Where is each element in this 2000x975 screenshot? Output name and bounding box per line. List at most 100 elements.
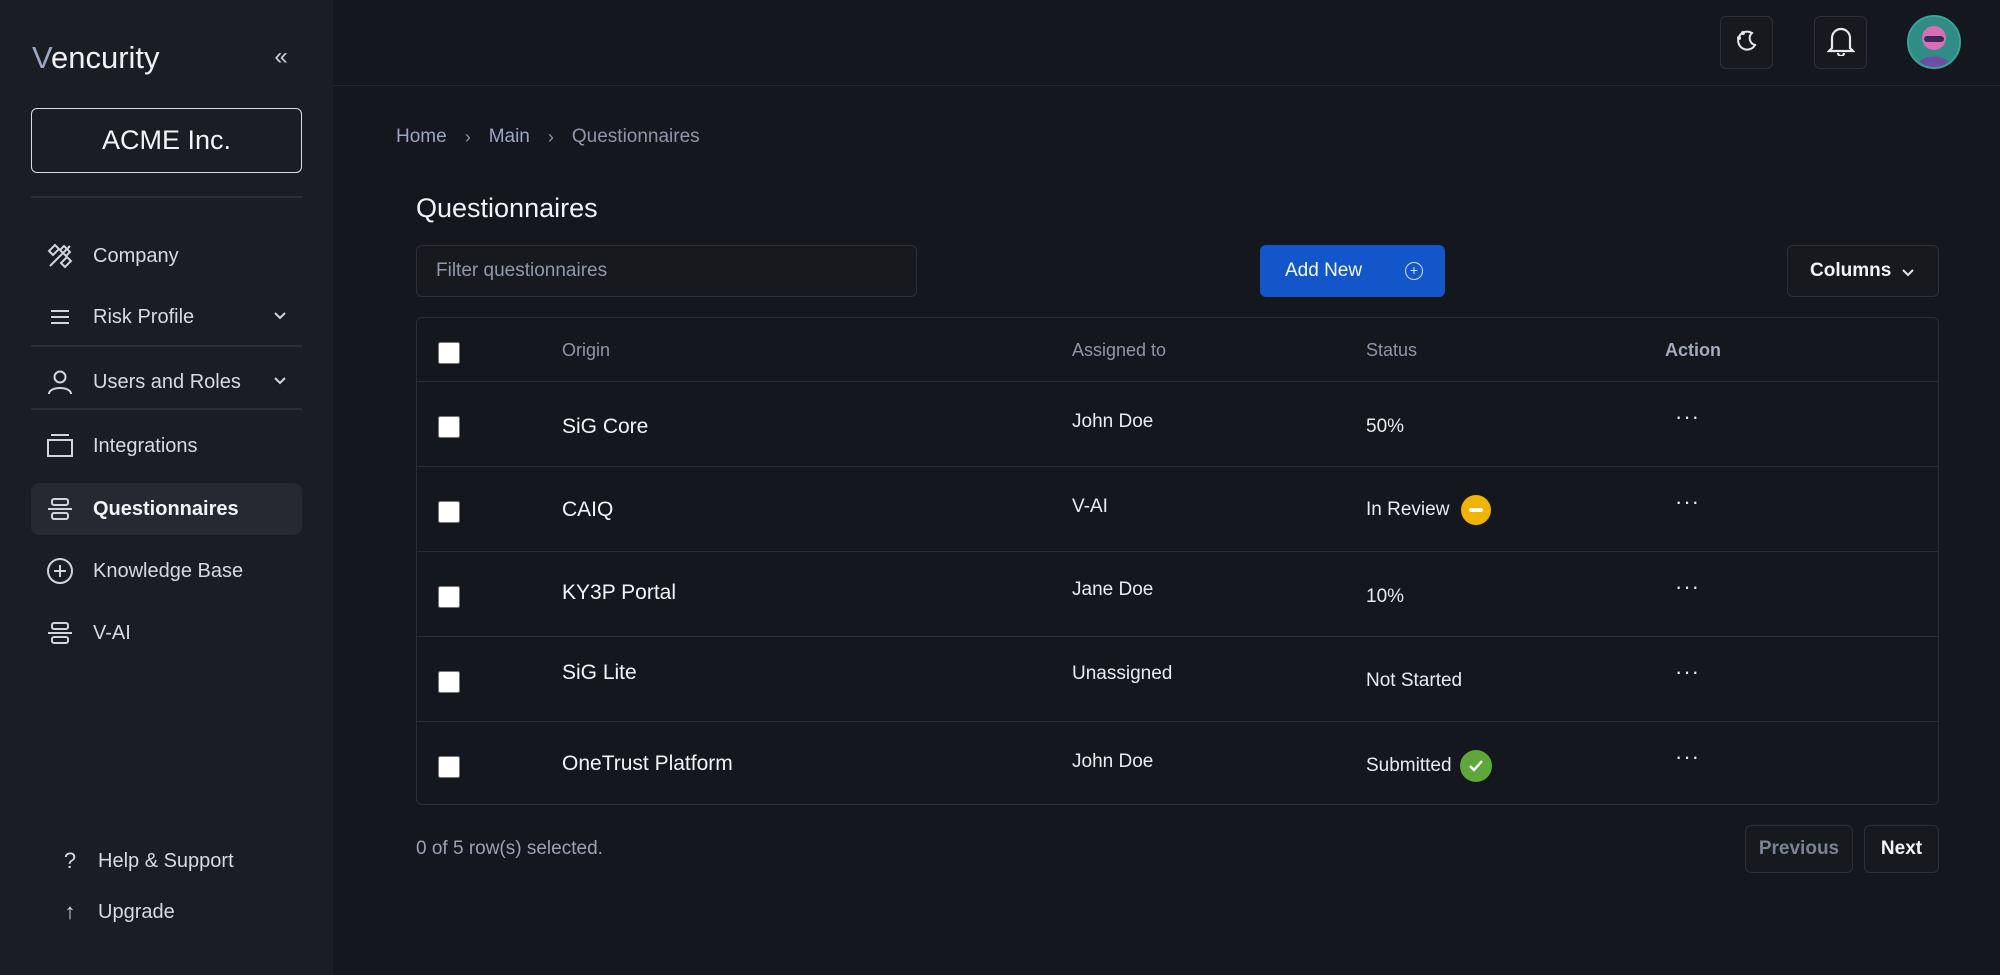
notifications-button[interactable]	[1814, 16, 1867, 69]
sidebar-item-risk-profile[interactable]: Risk Profile	[31, 291, 302, 343]
sidebar-item-label: Company	[93, 244, 179, 267]
chevron-right-icon: ›	[547, 126, 554, 147]
moon-icon	[1734, 27, 1760, 58]
sidebar-item-company[interactable]: Company	[31, 230, 302, 282]
table-row[interactable]: SiG Lite Unassigned Not Started ···	[417, 637, 1938, 722]
status-cell: 10%	[1366, 586, 1404, 608]
column-header-status[interactable]: Status	[1366, 340, 1417, 361]
status-text: 10%	[1366, 586, 1405, 607]
assigned-cell: John Doe	[1072, 751, 1154, 772]
row-actions-button[interactable]: ···	[1675, 574, 1700, 600]
columns-button[interactable]: Columns	[1787, 245, 1939, 297]
table-header: Origin Assigned to Status Action	[417, 318, 1938, 382]
row-actions-button[interactable]: ···	[1675, 404, 1700, 430]
sidebar-item-label: Users and Roles	[93, 370, 241, 393]
arrow-up-icon: ↑	[64, 899, 76, 924]
assigned-cell: Unassigned	[1072, 663, 1173, 684]
origin-cell: CAIQ	[562, 498, 614, 521]
assigned-cell: V-AI	[1072, 496, 1108, 517]
column-header-action: Action	[1665, 340, 1721, 360]
status-text: Submitted	[1366, 755, 1452, 776]
divider	[31, 345, 302, 347]
select-all-checkbox[interactable]	[438, 342, 460, 364]
assigned-cell: Jane Doe	[1072, 579, 1154, 600]
sidebar: Vencurity « ACME Inc. Company Risk Profi…	[0, 0, 333, 975]
help-support-link[interactable]: ? Help & Support	[56, 848, 234, 874]
chevron-down-icon	[272, 371, 288, 394]
theme-toggle-button[interactable]	[1720, 16, 1773, 69]
company-icon	[45, 241, 75, 271]
bell-icon	[1825, 24, 1856, 61]
row-checkbox[interactable]	[438, 586, 460, 608]
breadcrumb-home[interactable]: Home	[396, 126, 447, 148]
sidebar-item-label: Risk Profile	[93, 305, 195, 328]
row-checkbox[interactable]	[438, 416, 460, 438]
origin-cell: OneTrust Platform	[562, 752, 733, 775]
origin-cell: SiG Lite	[562, 661, 637, 684]
breadcrumb-main[interactable]: Main	[489, 126, 530, 148]
help-support-label: Help & Support	[98, 849, 234, 872]
next-page-button[interactable]: Next	[1864, 825, 1939, 873]
row-checkbox[interactable]	[438, 671, 460, 693]
sidebar-item-knowledge-base[interactable]: Knowledge Base	[31, 545, 302, 597]
status-text: In Review	[1366, 499, 1450, 520]
sidebar-item-label: V-AI	[93, 621, 131, 644]
status-cell: Submitted	[1366, 750, 1492, 782]
chevron-down-icon	[1900, 264, 1916, 286]
page-title: Questionnaires	[416, 193, 598, 223]
topbar-divider	[333, 85, 2000, 86]
integrations-icon	[45, 431, 75, 461]
menu-icon	[45, 302, 75, 332]
sidebar-item-label: Integrations	[93, 434, 198, 457]
chevron-down-icon	[272, 306, 288, 329]
column-header-origin[interactable]: Origin	[562, 340, 610, 361]
upgrade-label: Upgrade	[98, 900, 175, 923]
vai-icon	[45, 618, 75, 648]
check-circle-icon	[1459, 750, 1492, 782]
divider	[31, 408, 302, 410]
breadcrumb: Home › Main › Questionnaires	[396, 126, 700, 148]
status-cell: 50%	[1366, 416, 1404, 438]
sidebar-item-label: Knowledge Base	[93, 559, 244, 582]
plus-circle-icon: +	[1405, 262, 1423, 280]
status-text: Not Started	[1366, 670, 1463, 691]
sidebar-item-label: Questionnaires	[93, 497, 239, 520]
table-row[interactable]: OneTrust Platform John Doe Submitted ···	[417, 722, 1938, 807]
selection-count: 0 of 5 row(s) selected.	[416, 838, 603, 859]
previous-page-button[interactable]: Previous	[1745, 825, 1853, 873]
add-new-button[interactable]: Add New +	[1260, 245, 1445, 297]
in-review-icon	[1461, 495, 1492, 525]
row-actions-button[interactable]: ···	[1675, 744, 1700, 770]
collapse-sidebar-icon[interactable]: «	[268, 44, 294, 70]
upgrade-link[interactable]: ↑ Upgrade	[56, 899, 175, 925]
row-checkbox[interactable]	[438, 756, 460, 778]
status-text: 50%	[1366, 416, 1405, 437]
breadcrumb-current: Questionnaires	[571, 126, 700, 147]
sidebar-item-users-and-roles[interactable]: Users and Roles	[31, 356, 302, 408]
row-actions-button[interactable]: ···	[1675, 489, 1700, 515]
status-cell: Not Started	[1366, 670, 1462, 692]
divider	[31, 196, 302, 198]
questionnaires-icon	[45, 494, 75, 524]
filter-input[interactable]	[416, 245, 917, 297]
avatar[interactable]	[1907, 15, 1961, 69]
column-header-assigned[interactable]: Assigned to	[1072, 340, 1166, 361]
origin-cell: KY3P Portal	[562, 581, 677, 604]
sidebar-item-integrations[interactable]: Integrations	[31, 420, 302, 472]
questionnaires-table: Origin Assigned to Status Action SiG Cor…	[416, 317, 1939, 805]
row-checkbox[interactable]	[438, 501, 460, 523]
org-switcher-button[interactable]: ACME Inc.	[31, 108, 302, 173]
origin-cell: SiG Core	[562, 415, 649, 438]
chevron-right-icon: ›	[464, 126, 471, 147]
sidebar-item-questionnaires[interactable]: Questionnaires	[31, 483, 302, 535]
table-row[interactable]: KY3P Portal Jane Doe 10% ···	[417, 552, 1938, 637]
add-new-label: Add New	[1285, 260, 1363, 281]
status-cell: In Review	[1366, 495, 1492, 525]
brand-logo: Vencurity	[32, 40, 160, 75]
sidebar-item-v-ai[interactable]: V-AI	[31, 607, 302, 659]
assigned-cell: John Doe	[1072, 411, 1154, 432]
row-actions-button[interactable]: ···	[1675, 659, 1700, 685]
columns-label: Columns	[1810, 260, 1892, 281]
table-row[interactable]: SiG Core John Doe 50% ···	[417, 382, 1938, 467]
table-row[interactable]: CAIQ V-AI In Review ···	[417, 467, 1938, 552]
